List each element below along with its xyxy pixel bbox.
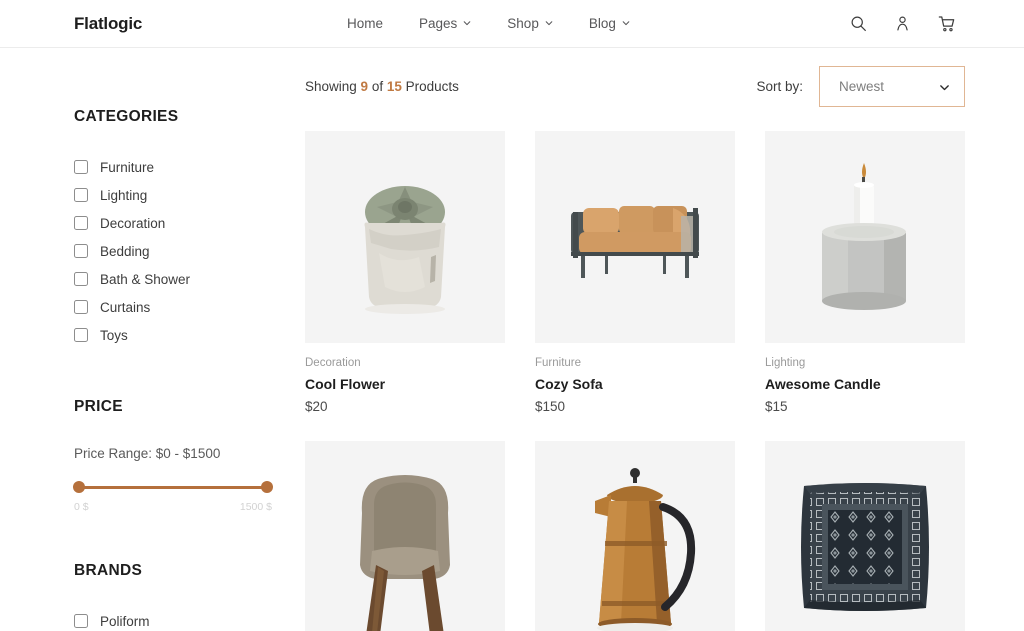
nav-item-blog[interactable]: Blog: [589, 16, 630, 31]
sort-select-value: Newest: [839, 79, 885, 94]
results-shown: 9: [360, 79, 369, 94]
product-card[interactable]: Decoration Cool Flower $20: [305, 131, 505, 414]
product-price: $20: [305, 399, 328, 414]
price-slider-labels: 0 $ 1500 $: [74, 501, 272, 513]
product-card[interactable]: [305, 441, 505, 631]
site-header: Flatlogic Home Pages Shop Blog: [0, 0, 1024, 48]
filter-item-bedding[interactable]: Bedding: [74, 237, 305, 265]
page-body: CATEGORIES Furniture Lighting Decoration…: [0, 48, 1024, 631]
checkbox[interactable]: [74, 160, 88, 174]
results-prefix: Showing: [305, 79, 361, 94]
product-name[interactable]: Cool Flower: [305, 376, 505, 392]
results-total: 15: [386, 79, 402, 94]
filter-label: Bath & Shower: [100, 271, 191, 287]
product-image-copper-coffee-pot[interactable]: [535, 441, 735, 631]
product-listing: Showing 9 of 15 Products Sort by: Newest: [305, 48, 1024, 631]
product-card[interactable]: [765, 441, 965, 631]
product-image-taupe-armchair-wood-legs[interactable]: [305, 441, 505, 631]
product-name[interactable]: Awesome Candle: [765, 376, 965, 392]
filter-label: Decoration: [100, 215, 166, 231]
product-grid: Decoration Cool Flower $20 Furniture Coz…: [305, 131, 965, 631]
sort-label: Sort by:: [756, 79, 803, 94]
slider-handle-max[interactable]: [261, 481, 273, 493]
product-image-navy-patterned-cushion[interactable]: [765, 441, 965, 631]
results-suffix: Products: [401, 79, 459, 94]
listing-toolbar: Showing 9 of 15 Products Sort by: Newest: [305, 48, 965, 107]
price-range-text: Price Range: $0 - $1500: [74, 446, 221, 461]
cart-icon[interactable]: [938, 15, 956, 33]
filter-item-toys[interactable]: Toys: [74, 321, 305, 349]
filter-label: Toys: [100, 327, 128, 343]
checkbox[interactable]: [74, 614, 88, 628]
chevron-down-icon: [545, 19, 553, 27]
filter-item-furniture[interactable]: Furniture: [74, 153, 305, 181]
product-category: Decoration: [305, 357, 361, 369]
checkbox[interactable]: [74, 300, 88, 314]
filter-label: Curtains: [100, 299, 151, 315]
nav-label: Pages: [419, 16, 458, 31]
brands-filter-list: Poliform Roche Bobois Edra Kartell: [74, 607, 305, 631]
product-price: $150: [535, 399, 566, 414]
product-category: Lighting: [765, 357, 806, 369]
header-actions: [850, 15, 956, 33]
filter-item-decoration[interactable]: Decoration: [74, 209, 305, 237]
search-icon[interactable]: [850, 15, 867, 32]
checkbox[interactable]: [74, 272, 88, 286]
chevron-down-icon: [939, 82, 949, 90]
product-image-candle-in-concrete-holder[interactable]: [765, 131, 965, 343]
account-icon[interactable]: [894, 15, 911, 32]
sort-control: Sort by: Newest: [756, 66, 965, 107]
filter-label: Poliform: [100, 613, 150, 629]
product-price: $15: [765, 399, 788, 414]
slider-track: [74, 485, 272, 489]
price-range-slider[interactable]: [73, 480, 273, 494]
filters-sidebar: CATEGORIES Furniture Lighting Decoration…: [0, 48, 305, 631]
product-card[interactable]: Furniture Cozy Sofa $150: [535, 131, 735, 414]
results-count: Showing 9 of 15 Products: [305, 79, 459, 94]
filter-item-poliform[interactable]: Poliform: [74, 607, 305, 631]
product-image-succulent-in-paper-bag[interactable]: [305, 131, 505, 343]
product-image-tan-sofa-metal-frame[interactable]: [535, 131, 735, 343]
results-mid: of: [368, 79, 387, 94]
filter-label: Bedding: [100, 243, 150, 259]
price-min-label: 0 $: [74, 501, 89, 513]
chevron-down-icon: [463, 19, 471, 27]
checkbox[interactable]: [74, 188, 88, 202]
chevron-down-icon: [622, 19, 630, 27]
filter-item-curtains[interactable]: Curtains: [74, 293, 305, 321]
slider-handle-min[interactable]: [73, 481, 85, 493]
product-name[interactable]: Cozy Sofa: [535, 376, 735, 392]
categories-filter-list: Furniture Lighting Decoration Bedding Ba…: [74, 153, 305, 349]
price-heading: PRICE: [74, 398, 123, 415]
nav-label: Home: [347, 16, 384, 31]
sort-select[interactable]: Newest: [819, 66, 965, 107]
main-navigation: Home Pages Shop Blog: [347, 16, 630, 31]
filter-item-bath-shower[interactable]: Bath & Shower: [74, 265, 305, 293]
product-card[interactable]: Lighting Awesome Candle $15: [765, 131, 965, 414]
checkbox[interactable]: [74, 328, 88, 342]
nav-item-home[interactable]: Home: [347, 16, 383, 31]
nav-label: Shop: [507, 16, 539, 31]
nav-label: Blog: [588, 16, 616, 31]
checkbox[interactable]: [74, 216, 88, 230]
product-category: Furniture: [535, 357, 582, 369]
product-card[interactable]: [535, 441, 735, 631]
nav-item-shop[interactable]: Shop: [507, 16, 553, 31]
site-logo[interactable]: Flatlogic: [74, 14, 142, 34]
filter-label: Lighting: [100, 187, 148, 203]
brands-heading: BRANDS: [74, 562, 143, 579]
nav-item-pages[interactable]: Pages: [419, 16, 471, 31]
filter-item-lighting[interactable]: Lighting: [74, 181, 305, 209]
filter-label: Furniture: [100, 159, 155, 175]
checkbox[interactable]: [74, 244, 88, 258]
categories-heading: CATEGORIES: [74, 108, 179, 125]
price-max-label: 1500 $: [239, 501, 272, 513]
